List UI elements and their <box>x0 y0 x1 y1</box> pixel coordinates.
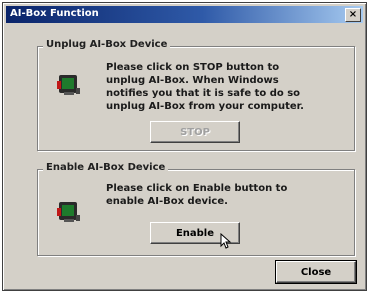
unplug-group-label: Unplug AI-Box Device <box>43 39 171 50</box>
device-icon <box>57 202 80 222</box>
unplug-description-line: unplug AI-Box. When Windows <box>106 75 279 86</box>
mouse-pointer-icon <box>220 233 232 249</box>
enable-description-line: Please click on Enable button to <box>106 183 288 194</box>
window-title: AI-Box Function <box>10 8 99 19</box>
enable-group-label: Enable AI-Box Device <box>43 162 169 173</box>
enable-description: Please click on Enable button to enable … <box>106 182 287 208</box>
device-icon <box>57 75 80 95</box>
unplug-description-line: notifies you that it is safe to do so <box>106 88 301 99</box>
unplug-description-line: unplug AI-Box from your computer. <box>106 101 304 112</box>
unplug-group: Unplug AI-Box Device Please click on STO… <box>37 39 355 151</box>
unplug-description-line: Please click on STOP button to <box>106 62 280 73</box>
unplug-description: Please click on STOP button to unplug AI… <box>106 61 304 113</box>
enable-group: Enable AI-Box Device Please click on Ena… <box>37 162 355 256</box>
stop-button[interactable]: STOP <box>150 121 240 143</box>
close-button[interactable]: Close <box>275 260 357 284</box>
ai-box-function-dialog: AI-Box Function × Unplug AI-Box Device P… <box>2 2 367 291</box>
close-window-button[interactable]: × <box>345 8 361 22</box>
title-bar[interactable]: AI-Box Function × <box>6 6 363 23</box>
enable-description-line: enable AI-Box device. <box>106 196 228 207</box>
